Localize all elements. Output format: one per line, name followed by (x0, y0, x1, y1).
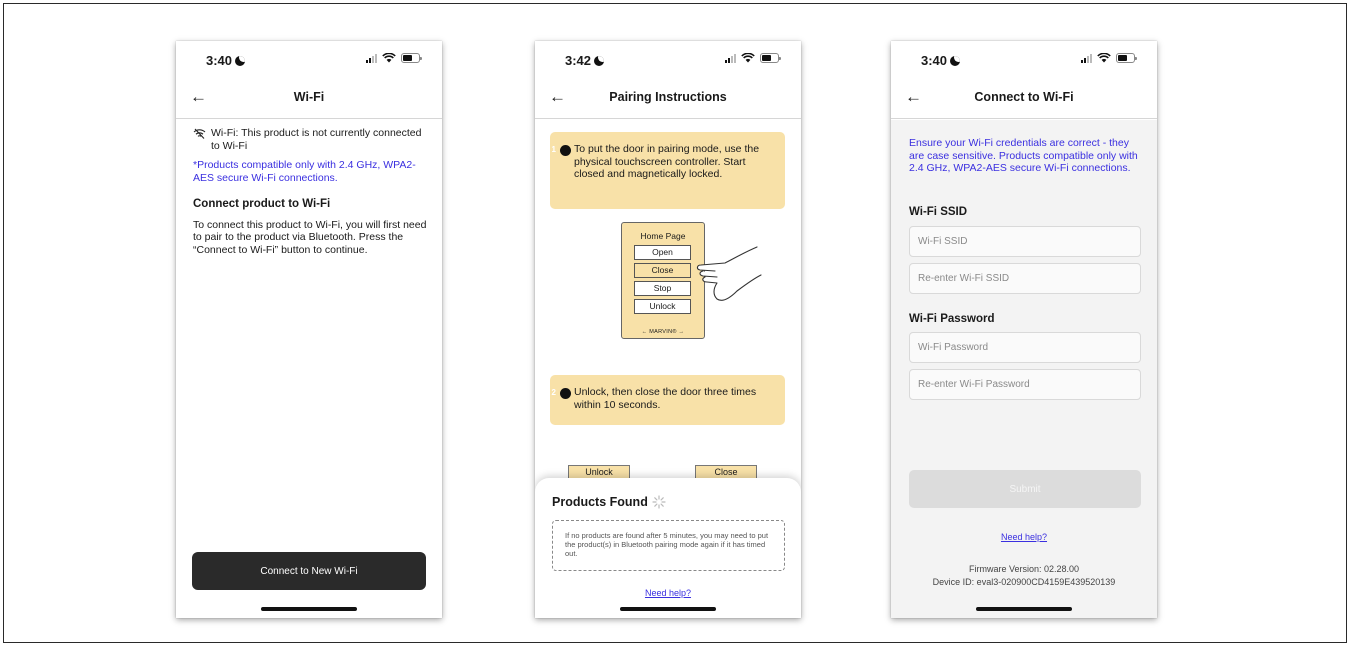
moon-icon (950, 56, 961, 66)
signal-icon (366, 53, 377, 63)
wifi-form: Ensure your Wi-Fi credentials are correc… (891, 120, 1157, 618)
controller-brand: ← MARVIN® → (641, 329, 685, 335)
status-icons (366, 53, 422, 63)
page-title: Connect to Wi-Fi (974, 90, 1074, 104)
step-2-number: 2 (552, 387, 571, 399)
home-indicator (620, 607, 716, 611)
controller-illustration: Home Page Open Close Stop Unlock ← MARVI… (621, 222, 705, 339)
status-icons (725, 53, 781, 63)
sheet-note: If no products are found after 5 minutes… (552, 520, 785, 571)
phone-wifi-screen: 3:40 ← Wi-Fi Wi-Fi: This product is not … (176, 41, 442, 618)
need-help-link[interactable]: Need help? (891, 532, 1157, 542)
connect-new-wifi-button[interactable]: Connect to New Wi-Fi (192, 552, 426, 590)
need-help-link[interactable]: Need help? (535, 588, 801, 598)
status-icons (1081, 53, 1137, 63)
status-time-text: 3:42 (565, 53, 592, 68)
status-time-text: 3:40 (921, 53, 948, 68)
device-id: Device ID: eval3-020900CD4159E439520139 (932, 577, 1116, 587)
step-1-text-wrap: 1 To put the door in pairing mode, use th… (552, 143, 774, 181)
status-bar: 3:40 (891, 41, 1157, 77)
wifi-status-row: Wi-Fi: This product is not currently con… (193, 127, 428, 152)
firmware-version: Firmware Version: 02.28.00 (968, 564, 1080, 574)
step-1-card: 1 To put the door in pairing mode, use th… (550, 132, 785, 209)
products-found-sheet: Products Found If no products are found … (535, 478, 801, 618)
page-title: Pairing Instructions (609, 90, 727, 104)
wifi-icon (1097, 53, 1111, 63)
status-bar: 3:42 (535, 41, 801, 77)
moon-icon (235, 56, 246, 66)
wifi-status-text: Wi-Fi: This product is not currently con… (211, 127, 422, 152)
device-info: Firmware Version: 02.28.00 Device ID: ev… (891, 563, 1157, 589)
compat-note: *Products compatible only with 2.4 GHz, … (193, 159, 416, 184)
wifi-info: Wi-Fi: This product is not currently con… (193, 127, 428, 256)
hand-icon (696, 246, 762, 301)
battery-icon (760, 53, 781, 63)
step-1-text: To put the door in pairing mode, use the… (574, 143, 760, 181)
signal-icon (1081, 53, 1092, 63)
step-2-text: Unlock, then close the door three times … (574, 386, 757, 411)
nav-bar: ← Pairing Instructions (535, 77, 801, 119)
spinner-icon (652, 495, 666, 509)
status-time: 3:40 (206, 53, 246, 68)
page-title: Wi-Fi (293, 90, 325, 104)
signal-icon (725, 53, 736, 63)
nav-bar: ← Connect to Wi-Fi (891, 77, 1157, 119)
password-input[interactable] (909, 332, 1141, 363)
sheet-title: Products Found (552, 495, 648, 509)
status-time: 3:42 (565, 53, 605, 68)
credentials-intro: Ensure your Wi-Fi credentials are correc… (909, 137, 1138, 174)
controller-header: Home Page (640, 231, 686, 241)
step-2-card: 2 Unlock, then close the door three times… (550, 375, 785, 425)
status-bar: 3:40 (176, 41, 442, 77)
section-text: To connect this product to Wi-Fi, you wi… (193, 218, 427, 256)
submit-button[interactable]: Submit (909, 470, 1141, 508)
status-time: 3:40 (921, 53, 961, 68)
battery-icon (1116, 53, 1137, 63)
controller-close-button: Close (634, 263, 691, 278)
home-indicator (976, 607, 1072, 611)
password-confirm-input[interactable] (909, 369, 1141, 400)
phone-pairing-screen: 3:42 ← Pairing Instructions 1 To put the … (535, 41, 801, 618)
section-heading: Connect product to Wi-Fi (193, 198, 331, 210)
ssid-confirm-input[interactable] (909, 263, 1141, 294)
ssid-input[interactable] (909, 226, 1141, 257)
mini-unlock-illustration: Unlock (568, 465, 630, 479)
moon-icon (594, 56, 605, 66)
controller-unlock-button: Unlock (634, 299, 691, 314)
controller-open-button: Open (634, 245, 691, 260)
password-label: Wi-Fi Password (909, 313, 995, 325)
status-time-text: 3:40 (206, 53, 233, 68)
step-1-number: 1 (552, 144, 571, 156)
phone-connect-wifi-screen: 3:40 ← Connect to Wi-Fi Ensure your Wi-F… (891, 41, 1157, 618)
wifi-icon (382, 53, 396, 63)
step-2-text-wrap: 2 Unlock, then close the door three times… (552, 386, 774, 411)
mini-close-illustration: Close (695, 465, 757, 479)
controller-stop-button: Stop (634, 281, 691, 296)
nav-bar: ← Wi-Fi (176, 77, 442, 119)
wifi-off-icon (193, 128, 206, 139)
wifi-icon (741, 53, 755, 63)
ssid-label: Wi-Fi SSID (909, 206, 968, 218)
home-indicator (261, 607, 357, 611)
battery-icon (401, 53, 422, 63)
